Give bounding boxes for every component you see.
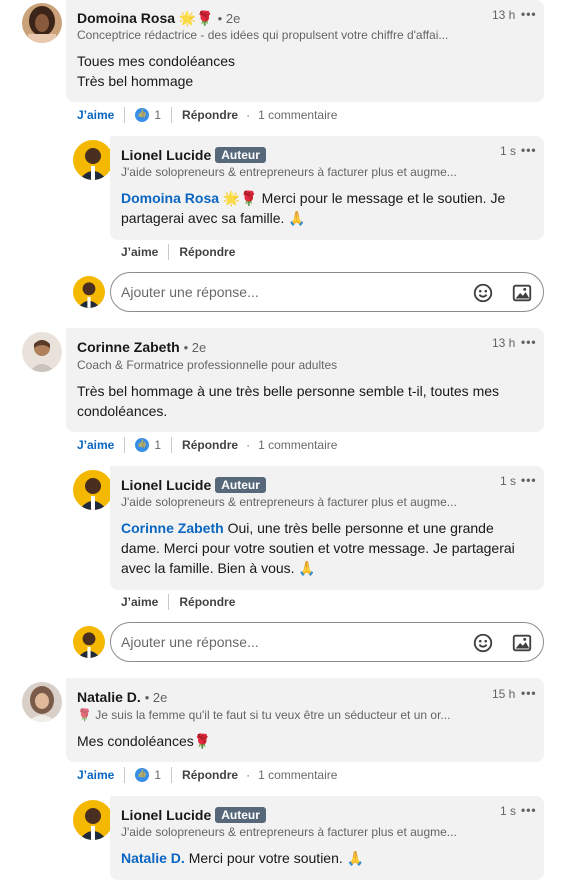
reply-button[interactable]: Répondre bbox=[182, 108, 238, 122]
mention-link[interactable]: Natalie D. bbox=[121, 850, 185, 866]
comment-text: Mes condoléances🌹 bbox=[77, 733, 212, 749]
connection-degree: • 2e bbox=[144, 690, 168, 705]
reply-time: 1 s bbox=[500, 804, 517, 818]
like-button[interactable]: J’aime bbox=[121, 245, 158, 259]
author-badge: Auteur bbox=[215, 477, 266, 493]
reply-time: 1 s bbox=[500, 144, 517, 158]
emoji-icon[interactable] bbox=[472, 282, 494, 304]
reaction-count[interactable]: 1 bbox=[154, 438, 161, 452]
comment-author[interactable]: Corinne Zabeth • 2e bbox=[77, 339, 206, 355]
reply-button[interactable]: Répondre bbox=[179, 245, 235, 259]
avatar-lionel-lucide[interactable] bbox=[73, 470, 113, 510]
like-button[interactable]: J’aime bbox=[77, 108, 114, 122]
like-button[interactable]: J’aime bbox=[121, 595, 158, 609]
reply-time: 1 s bbox=[500, 474, 517, 488]
like-reaction-icon[interactable] bbox=[135, 438, 150, 452]
reaction-count[interactable]: 1 bbox=[154, 768, 161, 782]
reply-button[interactable]: Répondre bbox=[179, 595, 235, 609]
author-headline: Coach & Formatrice professionnelle pour … bbox=[77, 358, 338, 372]
divider bbox=[124, 107, 126, 123]
comment-time: 13 h bbox=[492, 8, 516, 22]
reply-author[interactable]: Lionel Lucide Auteur bbox=[121, 147, 266, 163]
avatar-natalie-d[interactable] bbox=[22, 682, 62, 722]
reply-bubble: Lionel Lucide Auteur J'aide solopreneurs … bbox=[110, 136, 544, 240]
reply-actions: J’aime Répondre bbox=[121, 244, 235, 260]
avatar-domoina-rosa[interactable] bbox=[22, 3, 62, 43]
divider bbox=[171, 437, 173, 453]
reply-input[interactable]: Ajouter une réponse... bbox=[110, 272, 544, 312]
image-icon[interactable] bbox=[511, 282, 533, 304]
more-options-icon[interactable]: ••• bbox=[521, 143, 537, 157]
author-headline: 🌹 Je suis la femme qu'il te faut si tu v… bbox=[77, 708, 451, 722]
reply-text: Domoina Rosa 🌟🌹 Merci pour le message et… bbox=[121, 190, 506, 226]
reply-text: Natalie D. Merci pour votre soutien. 🙏 bbox=[121, 850, 365, 866]
like-reaction-icon[interactable] bbox=[135, 108, 150, 122]
mention-link[interactable]: Corinne Zabeth bbox=[121, 520, 224, 536]
avatar-lionel-lucide[interactable] bbox=[73, 800, 113, 840]
avatar-corinne-zabeth[interactable] bbox=[22, 332, 62, 372]
divider bbox=[124, 437, 126, 453]
comment-author[interactable]: Natalie D. • 2e bbox=[77, 689, 167, 705]
more-options-icon[interactable]: ••• bbox=[521, 473, 537, 487]
reply-actions: J’aime Répondre bbox=[121, 594, 235, 610]
comment-count[interactable]: 1 commentaire bbox=[258, 438, 337, 452]
divider bbox=[168, 244, 170, 260]
more-options-icon[interactable]: ••• bbox=[521, 335, 537, 349]
reply-bubble: Lionel Lucide Auteur J'aide solopreneurs … bbox=[110, 796, 544, 880]
emoji-icon[interactable] bbox=[472, 632, 494, 654]
comment-bubble: Corinne Zabeth • 2e Coach & Formatrice p… bbox=[66, 328, 544, 432]
comment-author[interactable]: Domoina Rosa 🌟🌹 • 2e bbox=[77, 10, 240, 27]
comment-count[interactable]: 1 commentaire bbox=[258, 108, 337, 122]
like-button[interactable]: J’aime bbox=[77, 438, 114, 452]
author-headline: J'aide solopreneurs & entrepreneurs à fa… bbox=[121, 165, 457, 179]
comment-text-line: Très bel hommage bbox=[77, 73, 194, 89]
divider bbox=[171, 767, 173, 783]
more-options-icon[interactable]: ••• bbox=[521, 686, 537, 700]
author-headline: J'aide solopreneurs & entrepreneurs à fa… bbox=[121, 825, 457, 839]
comment-bubble: Natalie D. • 2e 🌹 Je suis la femme qu'il… bbox=[66, 678, 544, 762]
reply-bubble: Lionel Lucide Auteur J'aide solopreneurs … bbox=[110, 466, 544, 590]
emoji: 🌟🌹 bbox=[178, 10, 214, 26]
like-reaction-icon[interactable] bbox=[135, 768, 150, 782]
comment-actions: J’aime 1 Répondre · 1 commentaire bbox=[77, 767, 337, 783]
divider bbox=[171, 107, 173, 123]
comment-count[interactable]: 1 commentaire bbox=[258, 768, 337, 782]
reply-input[interactable]: Ajouter une réponse... bbox=[110, 622, 544, 662]
reply-button[interactable]: Répondre bbox=[182, 438, 238, 452]
reply-text: Corinne Zabeth Oui, une très belle perso… bbox=[121, 520, 515, 576]
comment-time: 15 h bbox=[492, 687, 516, 701]
comment-actions: J’aime 1 Répondre · 1 commentaire bbox=[77, 107, 337, 123]
dot-separator: · bbox=[246, 438, 251, 452]
divider bbox=[168, 594, 170, 610]
author-badge: Auteur bbox=[215, 147, 266, 163]
comment-text: Très bel hommage à une très belle person… bbox=[77, 383, 500, 419]
comment-time: 13 h bbox=[492, 336, 516, 350]
comment-bubble: Domoina Rosa 🌟🌹 • 2e Conceptrice rédactr… bbox=[66, 0, 544, 102]
connection-degree: • 2e bbox=[183, 340, 207, 355]
reaction-count[interactable]: 1 bbox=[154, 108, 161, 122]
reply-author[interactable]: Lionel Lucide Auteur bbox=[121, 807, 266, 823]
mention-link[interactable]: Domoina Rosa bbox=[121, 190, 219, 206]
more-options-icon[interactable]: ••• bbox=[521, 7, 537, 21]
like-button[interactable]: J’aime bbox=[77, 768, 114, 782]
comment-actions: J’aime 1 Répondre · 1 commentaire bbox=[77, 437, 337, 453]
dot-separator: · bbox=[246, 108, 251, 122]
avatar-current-user bbox=[73, 276, 105, 308]
reply-author[interactable]: Lionel Lucide Auteur bbox=[121, 477, 266, 493]
avatar-lionel-lucide[interactable] bbox=[73, 140, 113, 180]
image-icon[interactable] bbox=[511, 632, 533, 654]
more-options-icon[interactable]: ••• bbox=[521, 803, 537, 817]
reply-input-placeholder: Ajouter une réponse... bbox=[121, 284, 259, 300]
reply-button[interactable]: Répondre bbox=[182, 768, 238, 782]
divider bbox=[124, 767, 126, 783]
comment-text-line: Toues mes condoléances bbox=[77, 53, 235, 69]
connection-degree: • 2e bbox=[217, 11, 241, 26]
dot-separator: · bbox=[246, 768, 251, 782]
author-headline: Conceptrice rédactrice - des idées qui p… bbox=[77, 28, 449, 42]
avatar-current-user bbox=[73, 626, 105, 658]
reply-input-placeholder: Ajouter une réponse... bbox=[121, 634, 259, 650]
author-badge: Auteur bbox=[215, 807, 266, 823]
author-headline: J'aide solopreneurs & entrepreneurs à fa… bbox=[121, 495, 457, 509]
